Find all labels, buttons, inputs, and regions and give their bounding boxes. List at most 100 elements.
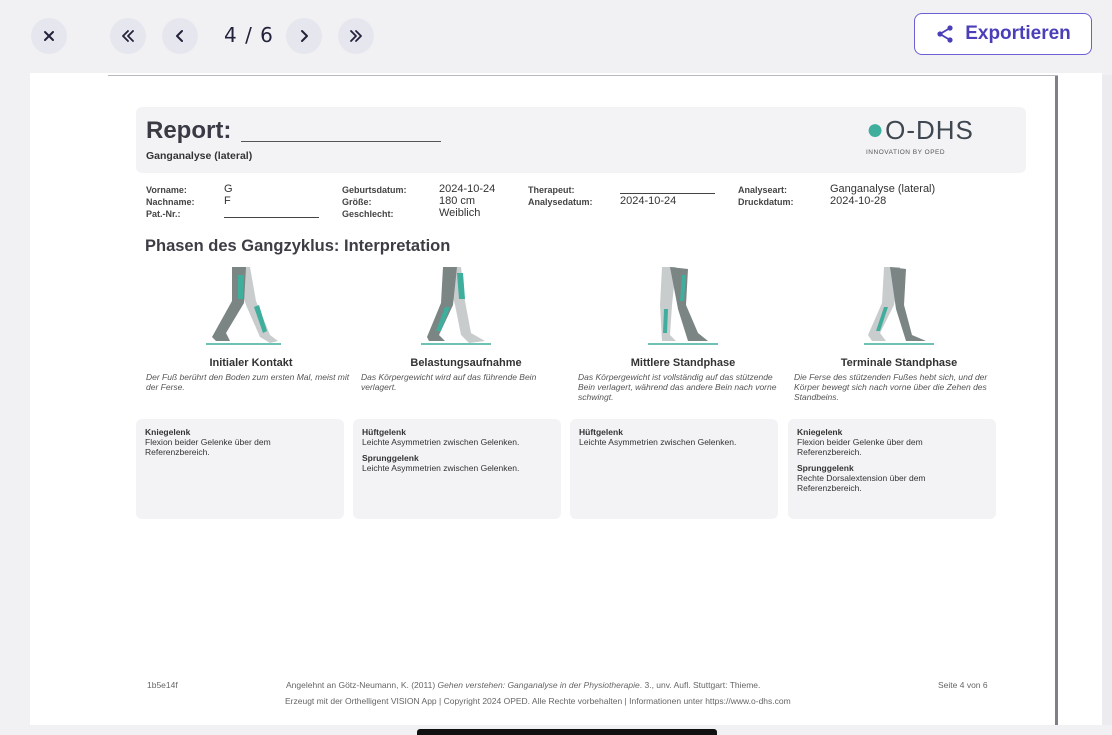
phase-terminale-standphase: Terminale Standphase Die Ferse des stütz… [794,265,1004,402]
joint-box-3: Hüftgelenk Leichte Asymmetrien zwischen … [570,419,778,519]
gait-figure-4 [864,267,934,345]
phase-description: Das Körpergewicht ist vollständig auf da… [578,372,777,402]
double-chevron-left-icon [122,30,134,42]
first-page-button[interactable] [110,18,146,54]
phase-description: Das Körpergewicht wird auf das führende … [361,372,537,392]
home-indicator [417,729,717,735]
footer-citation: Angelehnt an Götz-Neumann, K. (2011) Geh… [286,680,876,690]
gait-figure-2 [421,267,491,345]
gait-figure-3 [648,267,718,345]
report-page: Report: Ganganalyse (lateral) ●O-DHS INN… [108,75,1058,725]
joint-name: Sprunggelenk [797,463,854,473]
joint-box-2: Hüftgelenk Leichte Asymmetrien zwischen … [353,419,561,519]
groesse-value: 180 cm [439,195,476,207]
citation-suffix: . 3., unv. Aufl. Stuttgart: Thieme. [639,680,761,690]
gait-figure-image [146,265,356,347]
last-page-button[interactable] [338,18,374,54]
therapeut-blank [620,183,715,194]
share-icon [937,25,953,43]
footer-page-number: Seite 4 von 6 [938,680,988,690]
phase-title: Initialer Kontakt [209,357,293,369]
gait-figure-image [794,265,1004,347]
patnr-label: Pat.-Nr.: [146,209,181,219]
joint-box-4: Kniegelenk Flexion beider Gelenke über d… [788,419,996,519]
analysedatum-value: 2024-10-24 [620,195,677,207]
phase-description: Die Ferse des stützenden Fußes hebt sich… [794,372,988,402]
therapeut-label: Therapeut: [528,185,575,195]
phase-title: Terminale Standphase [840,357,958,369]
logo-mark: ● [866,113,886,146]
joint-text: Leichte Asymmetrien zwischen Gelenken. [579,437,737,447]
export-button[interactable]: Exportieren [914,13,1092,55]
footer-id: 1b5e14f [147,680,178,690]
joint-text: Leichte Asymmetrien zwischen Gelenken. [362,463,520,473]
nachname-value: F [224,195,231,207]
patient-info-col4: Analyseart: Druckdatum: [738,185,794,209]
chevron-left-icon [176,30,183,42]
previous-page-button[interactable] [162,18,198,54]
phase-title: Belastungsaufnahme [410,357,522,369]
vorname-label: Vorname: [146,185,187,195]
logo-tagline: INNOVATION BY OPED [866,149,946,156]
next-page-button[interactable] [286,18,322,54]
phase-initialer-kontakt: Initialer Kontakt Der Fuß berührt den Bo… [146,265,356,392]
scroll-shade [1102,75,1112,725]
double-chevron-right-icon [350,30,362,42]
report-header: Report: Ganganalyse (lateral) ●O-DHS INN… [136,107,1026,173]
geburtsdatum-value: 2024-10-24 [439,183,496,195]
page-indicator: 4 / 6 [224,23,274,47]
joint-name: Kniegelenk [797,427,843,437]
geschlecht-value: Weiblich [439,207,481,219]
groesse-label: Größe: [342,197,372,207]
section-title: Phasen des Gangzyklus: Interpretation [145,237,451,255]
phase-title: Mittlere Standphase [630,357,736,369]
joint-name: Sprunggelenk [362,453,419,463]
patient-info-col3-values: 2024-10-24 [620,183,715,207]
citation-prefix: Angelehnt an Götz-Neumann, K. (2011) [286,680,438,690]
report-title-line [241,141,441,142]
joint-name: Hüftgelenk [579,427,623,437]
analyseart-label: Analyseart: [738,185,788,195]
patient-info-col2-values: 2024-10-24 180 cm Weiblich [439,183,495,219]
gait-figure-image [578,265,788,347]
close-icon [44,31,54,41]
logo-wordmark: O-DHS [885,115,974,145]
patient-info-col1-values: G F [224,183,319,219]
gait-figure-image [361,265,571,347]
joint-text: Rechte Dorsalextension über dem Referenz… [797,473,926,493]
chevron-right-icon [301,30,308,42]
vorname-value: G [224,183,233,195]
joint-name: Hüftgelenk [362,427,406,437]
report-subtitle: Ganganalyse (lateral) [146,150,253,162]
document-viewer: Report: Ganganalyse (lateral) ●O-DHS INN… [30,73,1102,725]
footer-generated: Erzeugt mit der Orthelligent VISION App … [285,696,791,706]
page-top-edge [108,75,1058,76]
patient-info-col3: Therapeut: Analysedatum: [528,185,593,209]
patient-info-col1: Vorname: Nachname: Pat.-Nr.: [146,185,195,221]
phase-mittlere-standphase: Mittlere Standphase Das Körpergewicht is… [578,265,788,402]
joint-text: Flexion beider Gelenke über dem Referenz… [797,437,923,457]
report-title: Report: [146,117,232,144]
patient-info-col2: Geburtsdatum: Größe: Geschlecht: [342,185,407,221]
patnr-blank [224,207,319,218]
analyseart-value: Ganganalyse (lateral) [830,183,936,195]
nachname-label: Nachname: [146,197,195,207]
odhs-logo: ●O-DHS INNOVATION BY OPED [866,113,996,167]
phase-belastungsaufnahme: Belastungsaufnahme Das Körpergewicht wir… [361,265,571,392]
joint-name: Kniegelenk [145,427,191,437]
joint-text: Leichte Asymmetrien zwischen Gelenken. [362,437,520,447]
joint-text: Flexion beider Gelenke über dem Referenz… [145,437,271,457]
citation-title: Gehen verstehen: Ganganalyse in der Phys… [437,680,640,690]
joint-box-1: Kniegelenk Flexion beider Gelenke über d… [136,419,344,519]
phase-description: Der Fuß berührt den Boden zum ersten Mal… [146,372,350,392]
analysedatum-label: Analysedatum: [528,197,593,207]
geburtsdatum-label: Geburtsdatum: [342,185,407,195]
geschlecht-label: Geschlecht: [342,209,394,219]
export-label: Exportieren [965,23,1071,44]
close-button[interactable] [31,18,67,54]
druckdatum-label: Druckdatum: [738,197,794,207]
gait-figure-1 [206,267,281,345]
patient-info-col4-values: Ganganalyse (lateral) 2024-10-28 [830,183,935,207]
logo-text: ●O-DHS [866,113,996,147]
druckdatum-value: 2024-10-28 [830,195,887,207]
